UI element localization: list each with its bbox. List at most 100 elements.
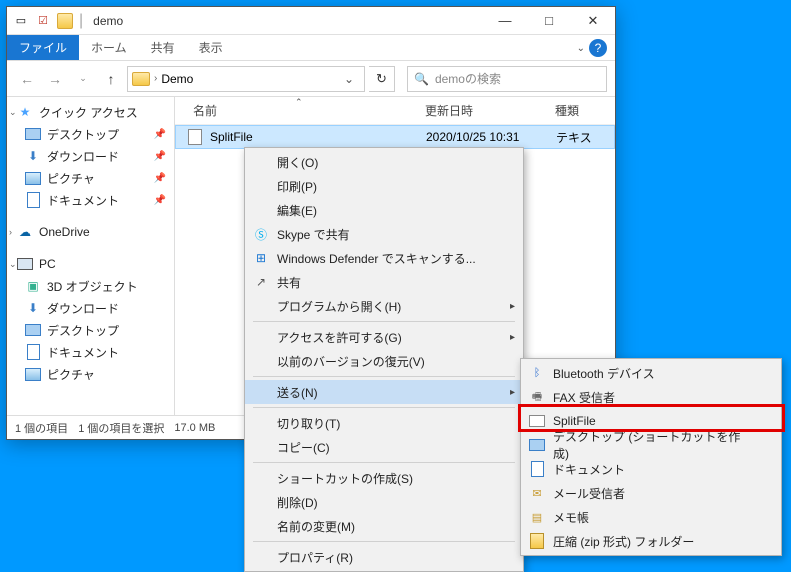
breadcrumb-dropdown-icon[interactable]: ⌄ [338,72,360,86]
separator [253,407,515,408]
sub-documents[interactable]: ドキュメント [521,457,781,481]
ctx-label: Windows Defender でスキャンする... [277,250,476,267]
sidebar-item-3d[interactable]: ▣3D オブジェクト [7,275,174,297]
ctx-open[interactable]: 開く(O) [245,150,523,174]
sidebar-label: 3D オブジェクト [47,278,138,295]
sub-memo[interactable]: ▤メモ帳 [521,505,781,529]
sidebar-label: ドキュメント [47,192,119,209]
pin-icon: 📌 [154,151,166,162]
sidebar-item-downloads[interactable]: ⬇ダウンロード📌 [7,145,174,167]
maximize-button[interactable]: □ [527,7,571,35]
close-button[interactable]: ✕ [571,7,615,35]
send-to-submenu: ᛒBluetooth デバイス 🖷FAX 受信者 SplitFile デスクトッ… [520,358,782,556]
status-item-count: 1 個の項目 [15,420,68,436]
sidebar-item-quick-access[interactable]: ⌄★クイック アクセス [7,101,174,123]
ctx-label: アクセスを許可する(G) [277,329,402,346]
download-icon: ⬇ [25,300,41,316]
notepad-icon: ▤ [529,509,545,525]
ctx-label: 以前のバージョンの復元(V) [277,353,425,370]
skype-icon: Ⓢ [253,226,269,242]
ctx-copy[interactable]: コピー(C) [245,435,523,459]
ctx-label: プログラムから開く(H) [277,298,401,315]
ctx-cut[interactable]: 切り取り(T) [245,411,523,435]
search-icon: 🔍 [414,72,429,86]
ctx-restore[interactable]: 以前のバージョンの復元(V) [245,349,523,373]
sidebar: ⌄★クイック アクセス デスクトップ📌 ⬇ダウンロード📌 ピクチャ📌 ドキュメン… [7,97,175,415]
sub-bluetooth[interactable]: ᛒBluetooth デバイス [521,361,781,385]
sub-zip[interactable]: 圧縮 (zip 形式) フォルダー [521,529,781,553]
column-type[interactable]: 種類 [555,102,615,119]
tab-view[interactable]: 表示 [187,35,235,60]
file-type: テキス [556,129,592,146]
help-button[interactable]: ? [589,39,607,57]
sidebar-item-pictures2[interactable]: ピクチャ [7,363,174,385]
ctx-send[interactable]: 送る(N)▸ [245,380,523,404]
ctx-rename[interactable]: 名前の変更(M) [245,514,523,538]
file-row[interactable]: SplitFile 2020/10/25 10:31 テキス [175,125,615,149]
ctx-label: ショートカットの作成(S) [277,470,413,487]
document-icon[interactable]: ▭ [13,13,29,29]
sidebar-item-downloads2[interactable]: ⬇ダウンロード [7,297,174,319]
splitfile-icon [529,413,545,429]
tab-share[interactable]: 共有 [139,35,187,60]
file-name: SplitFile [210,130,426,144]
sidebar-item-desktop[interactable]: デスクトップ 📌 [7,123,174,145]
minimize-button[interactable]: — [483,7,527,35]
separator [253,321,515,322]
desktop-icon [529,437,545,453]
ctx-label: 削除(D) [277,494,318,511]
forward-button[interactable]: → [43,67,67,91]
ctx-label: 印刷(P) [277,178,317,195]
sidebar-label: デスクトップ [47,126,119,143]
ribbon-tabs: ファイル ホーム 共有 表示 ⌄ ? [7,35,615,61]
ribbon-collapse-icon[interactable]: ⌄ [577,43,585,54]
shield-icon: ⊞ [253,250,269,266]
pin-icon: 📌 [154,129,166,140]
sub-desktop[interactable]: デスクトップ (ショートカットを作成) [521,433,781,457]
quick-access-toolbar: ▭ ☑ | demo [7,12,129,30]
sidebar-item-documents2[interactable]: ドキュメント [7,341,174,363]
ctx-edit[interactable]: 編集(E) [245,198,523,222]
back-button[interactable]: ← [15,67,39,91]
tab-file[interactable]: ファイル [7,35,79,60]
submenu-arrow-icon: ▸ [510,387,515,398]
file-date: 2020/10/25 10:31 [426,130,556,144]
ctx-label: 切り取り(T) [277,415,340,432]
ctx-openwith[interactable]: プログラムから開く(H)▸ [245,294,523,318]
sub-fax[interactable]: 🖷FAX 受信者 [521,385,781,409]
search-placeholder: demoの検索 [435,70,501,87]
ctx-skype[interactable]: ⓈSkype で共有 [245,222,523,246]
recent-dropdown-icon[interactable]: ⌄ [71,67,95,91]
ctx-label: SplitFile [553,414,596,428]
search-input[interactable]: 🔍 demoの検索 [407,66,607,92]
ctx-access[interactable]: アクセスを許可する(G) ▸ [245,325,523,349]
ctx-print[interactable]: 印刷(P) [245,174,523,198]
ctx-shortcut[interactable]: ショートカットの作成(S) [245,466,523,490]
sidebar-item-desktop2[interactable]: デスクトップ [7,319,174,341]
submenu-arrow-icon: ▸ [510,332,515,343]
ctx-label: 編集(E) [277,202,317,219]
breadcrumb[interactable]: › Demo ⌄ [127,66,365,92]
ctx-delete[interactable]: 削除(D) [245,490,523,514]
tab-home[interactable]: ホーム [79,35,139,60]
sub-mail[interactable]: ✉メール受信者 [521,481,781,505]
ctx-label: プロパティ(R) [277,549,353,566]
sidebar-item-pictures[interactable]: ピクチャ📌 [7,167,174,189]
breadcrumb-segment[interactable]: Demo [161,72,193,86]
sidebar-label: PC [39,257,56,271]
up-button[interactable]: ↑ [99,67,123,91]
refresh-button[interactable]: ↻ [369,66,395,92]
ctx-properties[interactable]: プロパティ(R) [245,545,523,569]
sidebar-label: OneDrive [39,225,90,239]
sidebar-item-pc[interactable]: ⌄PC [7,253,174,275]
sort-indicator-icon: ⌃ [295,97,303,108]
status-selection: 1 個の項目を選択 [78,420,164,436]
chevron-right-icon[interactable]: › [154,73,157,84]
sidebar-item-documents[interactable]: ドキュメント 📌 [7,189,174,211]
ctx-share[interactable]: ↗共有 [245,270,523,294]
pin-icon: 📌 [154,195,166,206]
check-icon[interactable]: ☑ [35,13,51,29]
ctx-defender[interactable]: ⊞ Windows Defender でスキャンする... [245,246,523,270]
column-date[interactable]: 更新日時 [425,102,555,119]
sidebar-item-onedrive[interactable]: ›☁OneDrive [7,221,174,243]
